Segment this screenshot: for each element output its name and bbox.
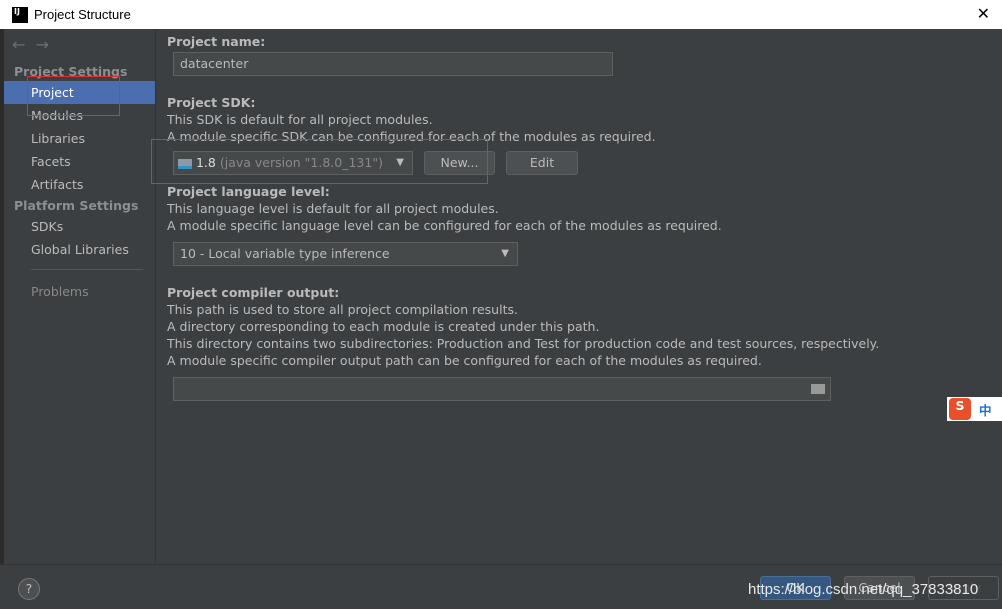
project-settings-panel: Project name: datacenter Project SDK: Th… [155, 29, 1002, 564]
annotation-box [27, 76, 120, 116]
project-name-label: Project name: [167, 34, 266, 49]
sidebar-item-sdks[interactable]: SDKs [4, 215, 155, 238]
compiler-output-description-3: This directory contains two subdirectori… [167, 336, 880, 351]
nav-arrows: ← → [12, 35, 49, 54]
sidebar-item-facets[interactable]: Facets [4, 150, 155, 173]
dialog-footer: ? OK Cancel Apply https://blog.csdn.net/… [0, 564, 1002, 609]
watermark: https://blog.csdn.net/qq_37833810 [748, 581, 979, 598]
back-arrow-icon[interactable]: ← [12, 35, 25, 54]
forward-arrow-icon[interactable]: → [36, 35, 49, 54]
language-level-value: 10 - Local variable type inference [180, 246, 390, 261]
title-bar: IJ Project Structure ✕ [0, 0, 1002, 29]
divider [31, 269, 143, 270]
sdk-description: This SDK is default for all project modu… [167, 112, 433, 127]
compiler-output-label: Project compiler output: [167, 285, 340, 300]
ime-indicator[interactable]: S 中 [947, 397, 1002, 421]
annotation-box [151, 139, 488, 184]
section-platform-settings: Platform Settings [14, 198, 139, 213]
sogou-logo-icon: S [949, 398, 971, 420]
compiler-output-description: This path is used to store all project c… [167, 302, 518, 317]
language-description-2: A module specific language level can be … [167, 218, 722, 233]
language-level-dropdown[interactable]: 10 - Local variable type inference ▼ [173, 242, 518, 266]
project-name-input[interactable]: datacenter [173, 52, 613, 76]
ime-mode: 中 [979, 402, 992, 418]
sidebar-item-libraries[interactable]: Libraries [4, 127, 155, 150]
close-button[interactable]: ✕ [977, 4, 990, 23]
language-description: This language level is default for all p… [167, 201, 499, 216]
sidebar-item-artifacts[interactable]: Artifacts [4, 173, 155, 196]
browse-folder-icon[interactable] [811, 384, 825, 394]
help-button[interactable]: ? [18, 578, 40, 600]
compiler-output-input[interactable] [173, 377, 831, 401]
project-sdk-label: Project SDK: [167, 95, 256, 110]
sidebar-item-global-libraries[interactable]: Global Libraries [4, 238, 155, 261]
language-level-label: Project language level: [167, 184, 330, 199]
window-title: Project Structure [34, 7, 131, 22]
compiler-output-description-2: A directory corresponding to each module… [167, 319, 600, 334]
chevron-down-icon: ▼ [501, 248, 509, 259]
sidebar-item-problems[interactable]: Problems [4, 280, 155, 303]
compiler-output-description-4: A module specific compiler output path c… [167, 353, 762, 368]
intellij-logo: IJ [12, 6, 28, 23]
edit-sdk-button[interactable]: Edit [506, 151, 578, 175]
